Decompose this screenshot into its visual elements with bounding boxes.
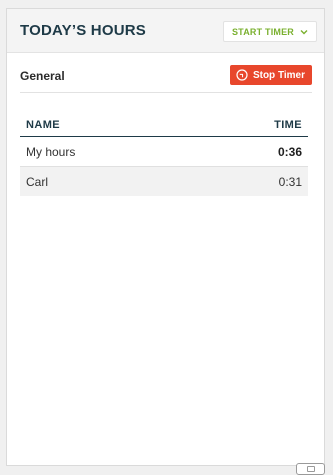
section-row: General Stop Timer bbox=[20, 64, 312, 93]
chevron-down-icon bbox=[300, 29, 308, 34]
stop-timer-label: Stop Timer bbox=[252, 69, 305, 81]
chat-icon bbox=[307, 466, 315, 472]
start-timer-button[interactable]: START TIMER bbox=[222, 21, 317, 42]
hours-table: NAME TIME My hours 0:36 Carl 0:31 bbox=[20, 114, 308, 196]
table-row[interactable]: My hours 0:36 bbox=[20, 136, 308, 167]
row-time: 0:31 bbox=[194, 166, 308, 196]
stop-timer-button[interactable]: Stop Timer bbox=[229, 65, 312, 85]
row-name: Carl bbox=[20, 166, 195, 196]
start-timer-label: START TIMER bbox=[231, 26, 294, 37]
row-name: My hours bbox=[20, 136, 195, 167]
stop-timer-icon bbox=[236, 69, 248, 81]
row-time: 0:36 bbox=[194, 136, 308, 167]
panel-header: TODAY’S HOURS START TIMER bbox=[7, 9, 324, 53]
section-title: General bbox=[20, 69, 65, 83]
table-row[interactable]: Carl 0:31 bbox=[20, 166, 308, 196]
todays-hours-panel: TODAY’S HOURS START TIMER General Stop T… bbox=[6, 8, 325, 466]
panel-title: TODAY’S HOURS bbox=[20, 22, 146, 39]
column-header-name[interactable]: NAME bbox=[20, 114, 195, 137]
chat-widget-button[interactable] bbox=[296, 463, 325, 475]
column-header-time[interactable]: TIME bbox=[194, 114, 308, 137]
table-header-row: NAME TIME bbox=[20, 114, 308, 137]
